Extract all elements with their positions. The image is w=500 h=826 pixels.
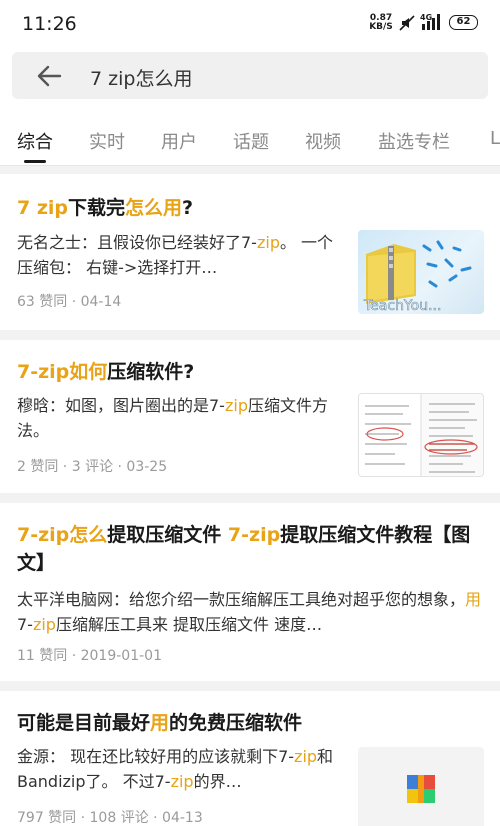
result-excerpt[interactable]: 金源： 现在还比较好用的应该就剩下7-zip和Bandizip了。 不过7-zi… [17,744,343,794]
network-type-label: 4G [420,13,432,22]
highlighted-keyword: zip [256,233,280,252]
text-segment: 的界… [193,772,242,791]
highlighted-keyword: 7- [17,361,39,383]
battery-icon: 62 [449,15,478,30]
result-title[interactable]: 7-zip如何压缩软件? [17,358,487,386]
result-meta: 2 赞同 · 3 评论 · 03-25 [17,459,168,475]
result-card[interactable]: 7 zip下载完怎么用? 无名之士：且假设你已经装好了7-zip。 一个压缩包：… [0,174,500,330]
tab-videos[interactable]: 视频 [305,128,341,154]
highlighted-keyword: 如何 [69,361,108,383]
text-segment: 金源： 现在还比较好用的应该就剩下7- [17,747,295,766]
highlighted-keyword: 怎么 [69,524,108,546]
screenshot-thumbnail-icon [359,394,483,476]
tab-realtime[interactable]: 实时 [89,128,125,154]
text-segment: ? [182,197,194,219]
search-query-text[interactable]: 7 zip怎么用 [90,64,192,91]
highlighted-keyword: zip [38,524,70,546]
active-tab-indicator [24,160,46,163]
result-thumbnail[interactable]: TeachYou... [358,230,484,314]
highlighted-keyword: zip [32,615,56,634]
text-segment: 压缩解压工具来 提取压缩文件 速度… [55,615,323,634]
result-excerpt[interactable]: 无名之士：且假设你已经装好了7-zip。 一个压缩包： 右键->选择打开… [17,230,343,280]
text-segment: 可能是目前最好 [17,712,151,734]
network-speed: 0.87 KB/S [369,13,393,32]
highlighted-keyword: zip [249,524,281,546]
result-meta: 11 赞同 · 2019-01-01 [17,648,162,664]
result-meta: 797 赞同 · 108 评论 · 04-13 [17,810,203,826]
search-header: 7 zip怎么用 [0,46,500,108]
result-card[interactable]: 可能是目前最好用的免费压缩软件 金源： 现在还比较好用的应该就剩下7-zip和B… [0,691,500,826]
tab-topics[interactable]: 话题 [233,128,269,154]
result-excerpt[interactable]: 太平洋电脑网：给您介绍一款压缩解压工具绝对超乎您的想象，用 7-zip压缩解压工具… [17,587,489,637]
highlighted-keyword: zip [38,361,70,383]
result-title[interactable]: 7-zip怎么提取压缩文件 7-zip提取压缩文件教程【图文】 [17,521,487,577]
highlighted-keyword: 7- [17,524,39,546]
result-excerpt[interactable]: 穆晗：如图，图片圈出的是7-zip压缩文件方法。 [17,393,343,443]
zip-folder-icon: TeachYou... [363,240,472,314]
result-thumbnail[interactable] [358,393,484,477]
mute-icon [399,15,415,31]
tab-all[interactable]: 综合 [17,128,53,154]
tab-salt-columns[interactable]: 盐选专栏 [378,128,450,154]
result-meta: 63 赞同 · 04-14 [17,294,122,310]
highlighted-keyword: 用 [465,590,482,609]
highlighted-keyword: 怎么用 [125,197,183,219]
back-arrow-icon[interactable] [36,64,62,88]
text-segment: 无名之士：且假设你已经装好了7- [17,233,257,252]
result-card[interactable]: 7-zip怎么提取压缩文件 7-zip提取压缩文件教程【图文】 太平洋电脑网：给… [0,503,500,681]
text-segment: 的免费压缩软件 [169,712,303,734]
archive-app-icon [407,775,435,803]
highlighted-keyword: 用 [150,712,170,734]
result-title[interactable]: 7 zip下载完怎么用? [17,194,487,222]
search-input[interactable]: 7 zip怎么用 [12,52,488,99]
text-segment: 7- [17,615,33,634]
status-time: 11:26 [22,13,77,35]
highlighted-keyword: zip [224,396,248,415]
text-segment: 提取压缩文件 [107,524,228,546]
text-segment: 太平洋电脑网：给您介绍一款压缩解压工具绝对超乎您的想象， [17,590,466,609]
signal-icon: 4G [420,13,440,30]
status-bar: 11:26 0.87 KB/S 4G 62 [0,0,500,46]
highlighted-keyword: 7 zip [17,197,69,219]
tab-more[interactable]: L [490,128,500,149]
result-thumbnail[interactable] [358,747,484,826]
highlighted-keyword: zip [294,747,318,766]
text-segment: 压缩软件? [107,361,195,383]
text-segment: 下载完 [68,197,126,219]
text-segment: 穆晗：如图，图片圈出的是7- [17,396,225,415]
highlighted-keyword: 7- [227,524,250,546]
tab-bar: 综合 实时 用户 话题 视频 盐选专栏 L [0,108,500,166]
result-card[interactable]: 7-zip如何压缩软件? 穆晗：如图，图片圈出的是7-zip压缩文件方法。 2 … [0,340,500,493]
thumbnail-caption: TeachYou... [363,298,441,314]
result-title[interactable]: 可能是目前最好用的免费压缩软件 [17,709,487,737]
tab-users[interactable]: 用户 [161,128,197,154]
highlighted-keyword: zip [170,772,194,791]
